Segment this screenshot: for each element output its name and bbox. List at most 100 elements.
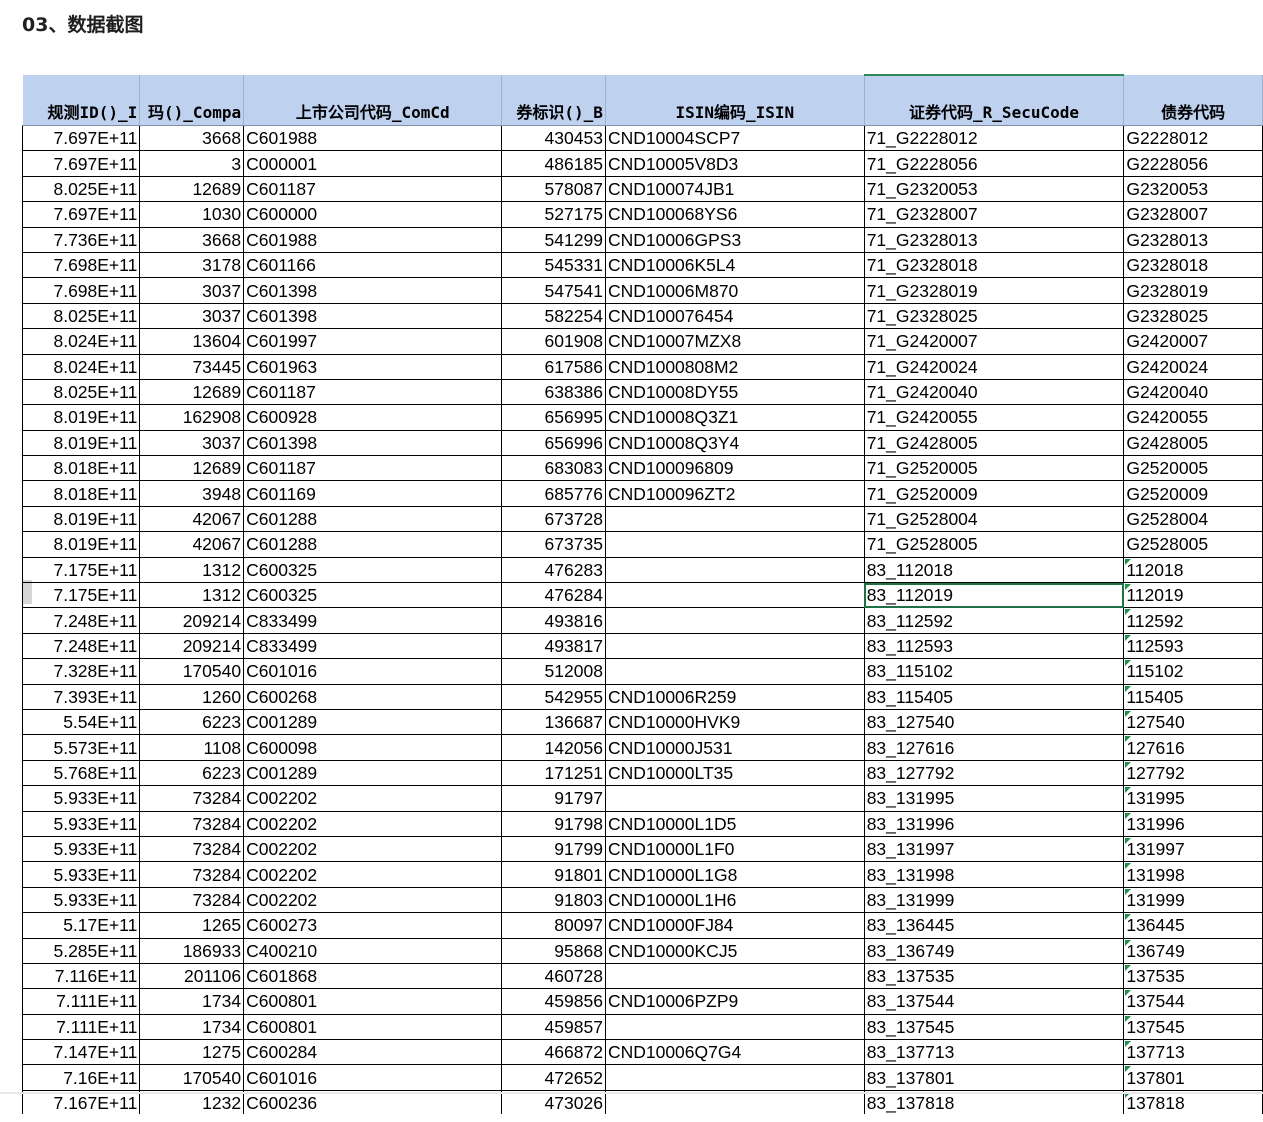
- table-cell[interactable]: C601169: [243, 480, 503, 507]
- table-cell[interactable]: C601187: [243, 176, 503, 203]
- table-cell[interactable]: C600000: [243, 201, 503, 228]
- table-cell[interactable]: 7.736E+11: [22, 227, 141, 253]
- table-cell[interactable]: C000001: [243, 150, 503, 177]
- table-cell[interactable]: CND100068YS6: [605, 201, 865, 228]
- table-cell[interactable]: 83_127616: [864, 734, 1125, 761]
- table-cell[interactable]: 83_131998: [864, 861, 1125, 888]
- table-cell[interactable]: 7.697E+11: [22, 150, 141, 177]
- table-cell[interactable]: 1312: [139, 582, 245, 609]
- table-cell[interactable]: 13604: [139, 328, 245, 355]
- table-cell[interactable]: 5.54E+11: [22, 709, 141, 736]
- table-cell[interactable]: C601016: [243, 658, 503, 685]
- table-cell[interactable]: CND100076454: [605, 303, 865, 330]
- table-cell[interactable]: 73284: [139, 785, 245, 812]
- table-cell[interactable]: C601288: [243, 531, 503, 558]
- table-cell[interactable]: 8.025E+11: [22, 303, 141, 330]
- table-cell[interactable]: C002202: [243, 785, 503, 812]
- table-cell[interactable]: 80097: [501, 912, 606, 939]
- table-cell[interactable]: 7.328E+11: [22, 658, 141, 685]
- table-cell[interactable]: 131996: [1123, 811, 1263, 837]
- table-cell[interactable]: 8.019E+11: [22, 404, 141, 431]
- table-cell[interactable]: 7.116E+11: [22, 963, 141, 990]
- table-cell[interactable]: [605, 963, 865, 990]
- table-cell[interactable]: 127792: [1123, 760, 1263, 787]
- table-cell[interactable]: [605, 1064, 865, 1091]
- table-cell[interactable]: 8.024E+11: [22, 328, 141, 355]
- table-cell[interactable]: CND10006PZP9: [605, 988, 865, 1015]
- table-cell[interactable]: 137713: [1123, 1039, 1263, 1066]
- table-cell[interactable]: 112592: [1123, 607, 1263, 634]
- table-cell[interactable]: C600098: [243, 734, 503, 761]
- table-cell[interactable]: 42067: [139, 531, 245, 558]
- table-cell[interactable]: 547541: [501, 277, 606, 304]
- table-cell[interactable]: CND100074JB1: [605, 176, 865, 203]
- table-cell[interactable]: 541299: [501, 227, 606, 253]
- table-cell[interactable]: G2420024: [1123, 354, 1263, 380]
- table-cell[interactable]: CND100096ZT2: [605, 480, 865, 507]
- table-cell[interactable]: C002202: [243, 811, 503, 837]
- column-header[interactable]: ISIN编码_ISIN: [605, 75, 865, 126]
- table-cell[interactable]: 71_G2520009: [864, 480, 1125, 507]
- table-cell[interactable]: 136687: [501, 709, 606, 736]
- table-cell[interactable]: 8.019E+11: [22, 506, 141, 533]
- table-cell[interactable]: G2328007: [1123, 201, 1263, 228]
- table-cell[interactable]: 83_131999: [864, 887, 1125, 914]
- table-cell[interactable]: 115102: [1123, 658, 1263, 685]
- table-cell[interactable]: CND10008Q3Y4: [605, 430, 865, 457]
- table-cell[interactable]: 7.248E+11: [22, 633, 141, 660]
- table-cell[interactable]: G2328025: [1123, 303, 1263, 330]
- column-header[interactable]: 证券代码_R_SecuCode: [864, 74, 1125, 126]
- table-cell[interactable]: 115405: [1123, 684, 1263, 710]
- table-cell[interactable]: C601988: [243, 125, 503, 152]
- table-cell[interactable]: 527175: [501, 201, 606, 228]
- table-cell[interactable]: 1734: [139, 988, 245, 1015]
- table-cell[interactable]: G2328018: [1123, 252, 1263, 279]
- column-header[interactable]: 规测ID()_I: [22, 75, 141, 126]
- table-cell[interactable]: 131997: [1123, 836, 1263, 863]
- table-cell[interactable]: 71_G2328019: [864, 277, 1125, 304]
- table-cell[interactable]: 459857: [501, 1014, 606, 1041]
- table-cell[interactable]: 8.024E+11: [22, 354, 141, 380]
- table-cell[interactable]: 170540: [139, 658, 245, 685]
- table-cell[interactable]: C600325: [243, 582, 503, 609]
- table-cell[interactable]: 142056: [501, 734, 606, 761]
- table-cell[interactable]: 83_115102: [864, 658, 1125, 685]
- table-cell[interactable]: 71_G2328018: [864, 252, 1125, 279]
- table-cell[interactable]: 83_112593: [864, 633, 1125, 660]
- table-cell[interactable]: 578087: [501, 176, 606, 203]
- table-cell[interactable]: C002202: [243, 887, 503, 914]
- table-cell[interactable]: 71_G2428005: [864, 430, 1125, 457]
- table-cell[interactable]: 83_112019: [864, 582, 1125, 609]
- table-cell[interactable]: 3668: [139, 125, 245, 152]
- table-cell[interactable]: 8.018E+11: [22, 480, 141, 507]
- table-cell[interactable]: 476283: [501, 557, 606, 584]
- table-cell[interactable]: C601187: [243, 379, 503, 406]
- table-cell[interactable]: 7.111E+11: [22, 988, 141, 1015]
- table-cell[interactable]: 73284: [139, 887, 245, 914]
- table-cell[interactable]: 683083: [501, 455, 606, 482]
- table-cell[interactable]: C600801: [243, 1014, 503, 1041]
- table-cell[interactable]: 127616: [1123, 734, 1263, 761]
- table-cell[interactable]: 6223: [139, 709, 245, 736]
- table-cell[interactable]: 3178: [139, 252, 245, 279]
- table-cell[interactable]: 3037: [139, 430, 245, 457]
- table-cell[interactable]: 171251: [501, 760, 606, 787]
- table-cell[interactable]: 8.019E+11: [22, 531, 141, 558]
- table-cell[interactable]: 493816: [501, 607, 606, 634]
- table-cell[interactable]: 3037: [139, 277, 245, 304]
- table-cell[interactable]: 71_G2520005: [864, 455, 1125, 482]
- table-cell[interactable]: [605, 531, 865, 558]
- table-cell[interactable]: 73284: [139, 861, 245, 888]
- table-cell[interactable]: C601398: [243, 303, 503, 330]
- table-cell[interactable]: 71_G2420007: [864, 328, 1125, 355]
- table-cell[interactable]: 1265: [139, 912, 245, 939]
- table-cell[interactable]: 12689: [139, 455, 245, 482]
- table-cell[interactable]: C002202: [243, 861, 503, 888]
- table-cell[interactable]: 7.698E+11: [22, 277, 141, 304]
- table-cell[interactable]: 91799: [501, 836, 606, 863]
- table-cell[interactable]: 83_137535: [864, 963, 1125, 990]
- table-cell[interactable]: G2328013: [1123, 227, 1263, 253]
- table-cell[interactable]: 137535: [1123, 963, 1263, 990]
- table-cell[interactable]: 83_127540: [864, 709, 1125, 736]
- table-cell[interactable]: 7.175E+11: [22, 582, 141, 609]
